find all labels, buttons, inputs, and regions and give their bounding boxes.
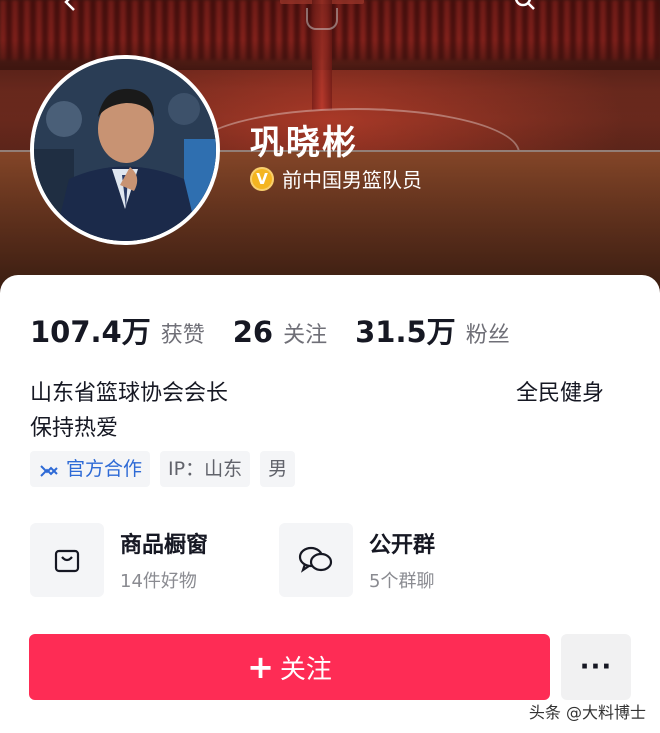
- plus-icon: +: [247, 648, 274, 686]
- chat-bubbles-icon: [279, 523, 353, 597]
- chevron-left-icon[interactable]: [58, 0, 84, 12]
- likes-count: 107.4万: [30, 315, 151, 349]
- likes-label: 获赞: [160, 323, 205, 348]
- verified-badge-icon: V: [250, 166, 274, 191]
- bio-line-1-right: 全民健身: [516, 381, 605, 406]
- fans-count[interactable]: 31.5万: [355, 309, 456, 351]
- bio-line-1: 山东省篮球协会会长: [30, 381, 229, 406]
- verified-row: V 前中国男篮队员: [250, 164, 422, 193]
- tag-row: 官方合作 IP：山东 男: [30, 451, 296, 487]
- avatar[interactable]: [30, 55, 220, 245]
- handshake-icon: [38, 458, 60, 480]
- public-group-text: 公开群 5个群聊: [369, 527, 435, 593]
- shop-window-subtitle: 14件好物: [120, 571, 197, 592]
- profile-name: 巩晓彬: [250, 123, 358, 163]
- public-group-subtitle: 5个群聊: [369, 571, 435, 592]
- search-icon[interactable]: [512, 0, 538, 12]
- stats-row: 107.4万 获赞 26 关注 31.5万 粉丝: [30, 309, 538, 351]
- profile-card: 107.4万 获赞 26 关注 31.5万 粉丝 山东省篮球协会会长 全民健身 …: [0, 275, 660, 733]
- official-cooperation-tag[interactable]: 官方合作: [30, 451, 151, 487]
- watermark: 头条 @大料博士: [528, 703, 646, 722]
- follow-button[interactable]: + 关注: [29, 634, 550, 700]
- follow-button-label: 关注: [279, 654, 332, 685]
- feature-entries: 商品橱窗 14件好物 公开群 5个群聊: [30, 523, 630, 597]
- fans-label[interactable]: 粉丝: [466, 317, 510, 349]
- verified-description: 前中国男篮队员: [282, 168, 422, 192]
- public-group-title: 公开群: [369, 533, 436, 558]
- bio-line-2: 保持热爱: [30, 416, 119, 441]
- shop-window-title: 商品橱窗: [120, 533, 209, 558]
- official-tag-label: 官方合作: [66, 458, 143, 480]
- more-options-button[interactable]: ···: [561, 634, 631, 700]
- public-group-entry[interactable]: 公开群 5个群聊: [279, 523, 435, 597]
- gender-tag: 男: [260, 451, 296, 487]
- shopping-bag-icon: [30, 523, 104, 597]
- following-label[interactable]: 关注: [283, 317, 327, 349]
- following-count[interactable]: 26: [233, 315, 273, 349]
- ip-location-tag: IP：山东: [160, 451, 251, 487]
- shop-window-entry[interactable]: 商品橱窗 14件好物: [30, 523, 208, 597]
- shop-window-text: 商品橱窗 14件好物: [120, 527, 208, 593]
